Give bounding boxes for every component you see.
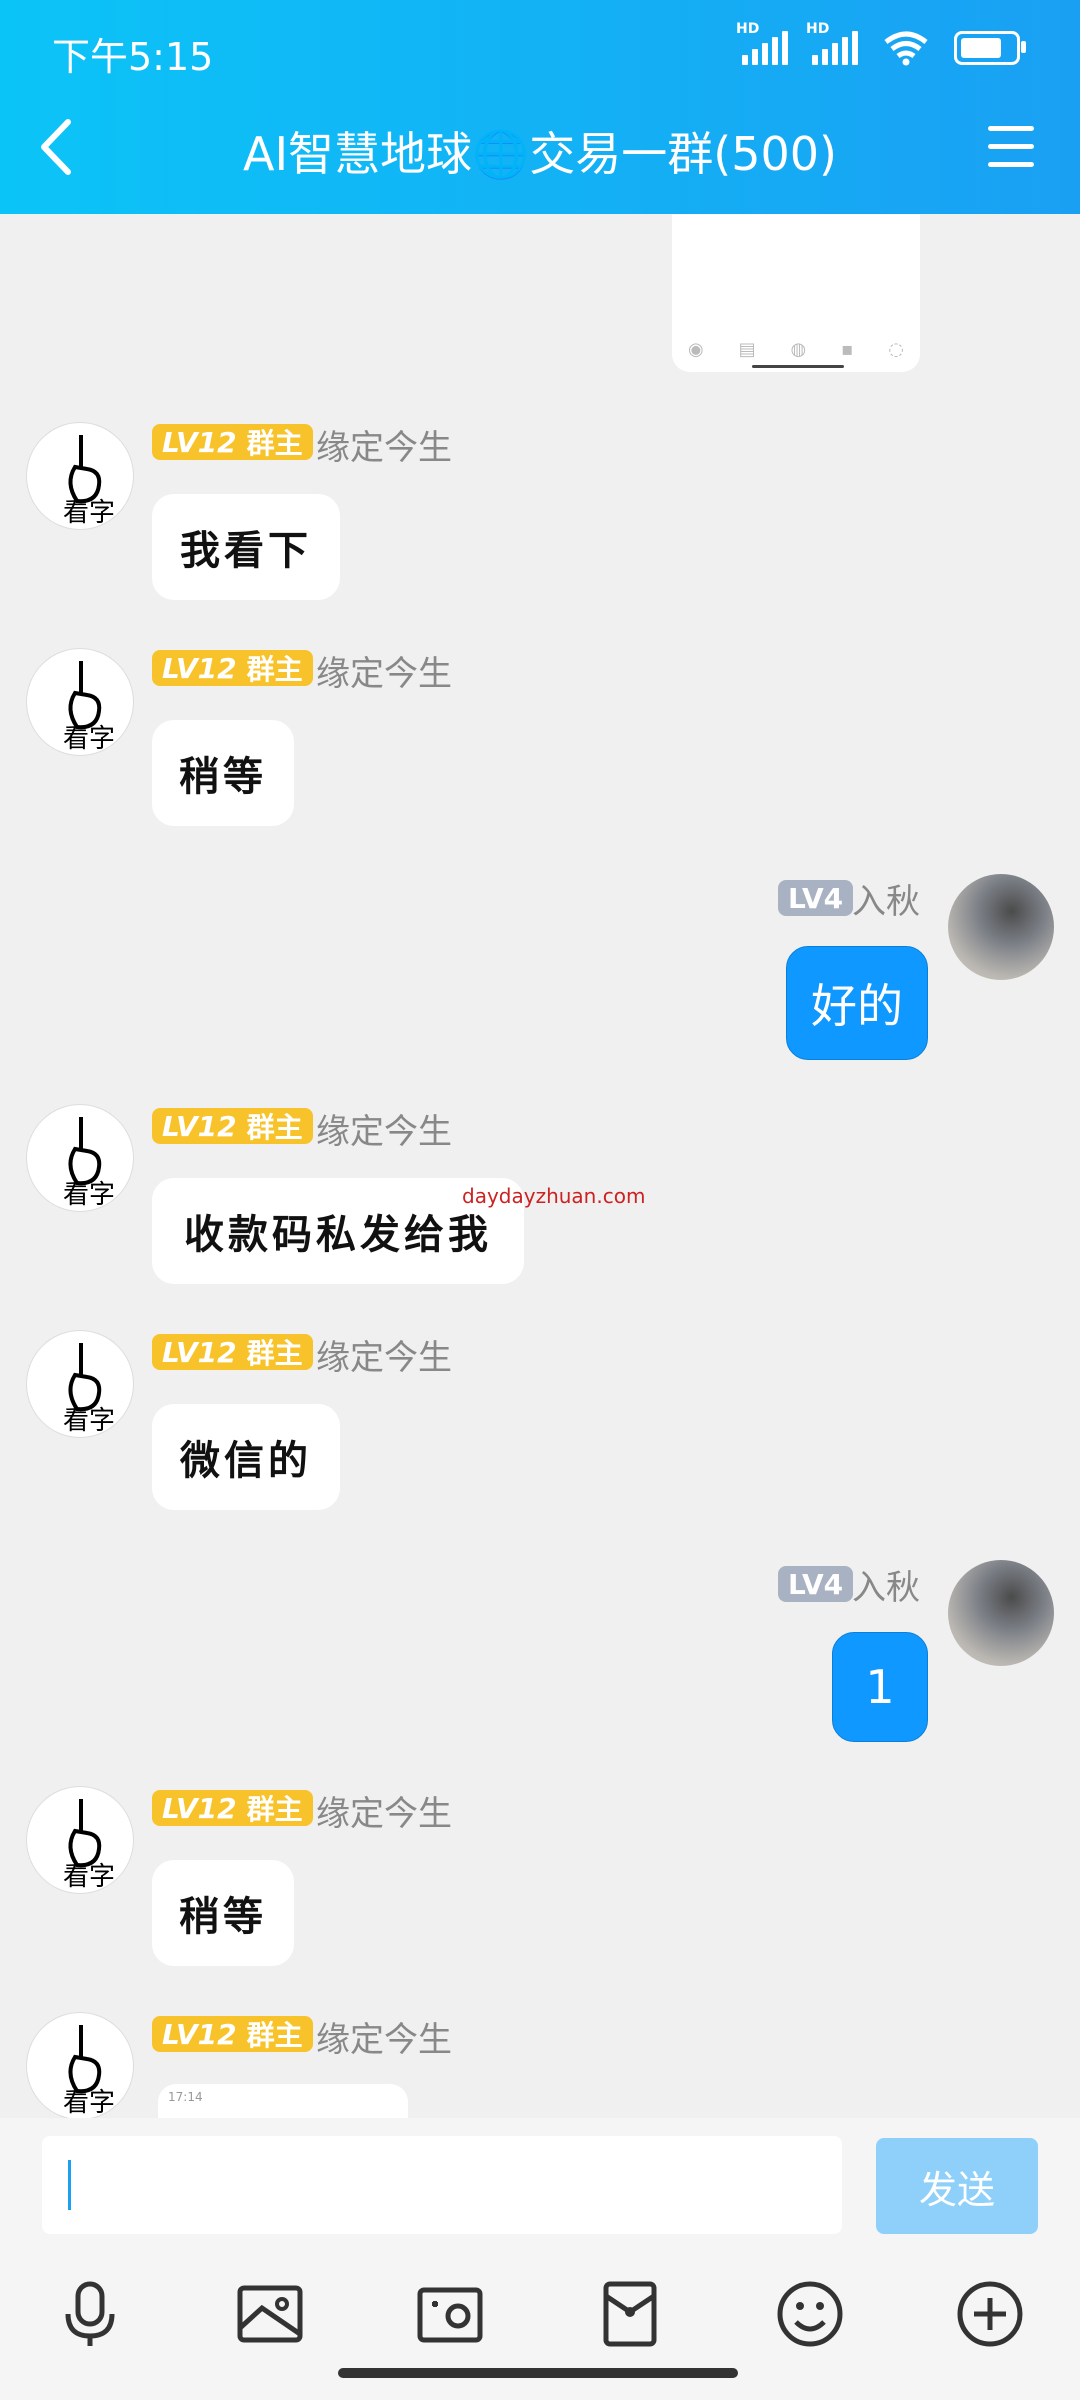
battery-icon	[954, 31, 1026, 65]
level-badge: LV4	[778, 880, 854, 916]
thumb-time: 17:14	[168, 2090, 203, 2104]
microphone-icon[interactable]	[54, 2278, 126, 2350]
group-title: AI智慧地球🌐交易一群(500)	[242, 127, 837, 181]
input-area: 发送	[0, 2118, 1080, 2400]
avatar-self[interactable]	[948, 874, 1054, 980]
avatar[interactable]: 看字	[26, 648, 134, 756]
text-caret	[68, 2160, 71, 2210]
message-bubble[interactable]: 1	[832, 1632, 928, 1742]
previous-image-message[interactable]: ◉ ▤ ◍ ▪ ◌	[672, 214, 920, 372]
svg-text:看字: 看字	[63, 1862, 115, 1892]
send-button[interactable]: 发送	[876, 2138, 1038, 2234]
hd-label: HD	[736, 21, 760, 37]
svg-text:看字: 看字	[63, 724, 115, 754]
level-badge: LV4	[778, 1566, 854, 1602]
nickname: 缘定今生	[316, 1338, 452, 1378]
toolbar	[0, 2268, 1080, 2368]
signal-2-icon: HD	[806, 21, 858, 65]
level-badge: LV12 群主	[152, 1108, 313, 1144]
top-bar: 下午5:15 HD HD AI智慧地球🌐交易一群(500)	[0, 0, 1080, 214]
avatar[interactable]: 看字	[26, 422, 134, 530]
message-bubble[interactable]: 我看下	[152, 494, 340, 600]
camera-icon[interactable]	[414, 2278, 486, 2350]
nickname: 缘定今生	[316, 428, 452, 468]
emoji-icon[interactable]	[774, 2278, 846, 2350]
red-packet-icon[interactable]	[594, 2278, 666, 2350]
photo-icon[interactable]	[234, 2278, 306, 2350]
plus-icon[interactable]	[954, 2278, 1026, 2350]
level-badge: LV12 群主	[152, 2016, 313, 2052]
level-badge: LV12 群主	[152, 1334, 313, 1370]
nickname: 入秋	[852, 882, 920, 922]
nickname: 缘定今生	[316, 1112, 452, 1152]
nickname: 缘定今生	[316, 1794, 452, 1834]
avatar-self[interactable]	[948, 1560, 1054, 1666]
hd-label: HD	[806, 21, 830, 37]
chat-list[interactable]: ◉ ▤ ◍ ▪ ◌ 看字 LV12 群主 缘定今生 我看下 看字 LV12 群主 缘定今生 …	[0, 214, 1080, 2118]
svg-text:看字: 看字	[63, 2088, 115, 2118]
level-badge: LV12 群主	[152, 1790, 313, 1826]
svg-text:看字: 看字	[63, 1180, 115, 1210]
avatar[interactable]: 看字	[26, 1786, 134, 1894]
svg-text:看字: 看字	[63, 1406, 115, 1436]
nickname: 缘定今生	[316, 2020, 452, 2060]
nickname: 入秋	[852, 1568, 920, 1608]
message-bubble[interactable]: 好的	[786, 946, 928, 1060]
home-indicator[interactable]	[338, 2368, 738, 2378]
wifi-icon	[884, 31, 928, 66]
image-nav-icons: ◉ ▤ ◍ ▪ ◌	[688, 339, 904, 360]
avatar[interactable]: 看字	[26, 1330, 134, 1438]
nickname: 缘定今生	[316, 654, 452, 694]
level-badge: LV12 群主	[152, 650, 313, 686]
message-bubble[interactable]: 稍等	[152, 720, 294, 826]
image-message[interactable]: 17:14	[158, 2084, 408, 2118]
message-input[interactable]	[42, 2136, 842, 2234]
level-badge: LV12 群主	[152, 424, 313, 460]
status-icons: HD HD	[736, 21, 1026, 66]
avatar[interactable]: 看字	[26, 1104, 134, 1212]
message-bubble[interactable]: 微信的	[152, 1404, 340, 1510]
message-bubble[interactable]: 稍等	[152, 1860, 294, 1966]
svg-text:看字: 看字	[63, 498, 115, 528]
watermark-text: daydayzhuan.com	[462, 1184, 646, 1208]
signal-1-icon: HD	[736, 21, 788, 65]
back-icon[interactable]	[30, 112, 90, 182]
status-time: 下午5:15	[52, 35, 214, 79]
menu-icon[interactable]	[988, 126, 1040, 170]
avatar[interactable]: 看字	[26, 2012, 134, 2118]
